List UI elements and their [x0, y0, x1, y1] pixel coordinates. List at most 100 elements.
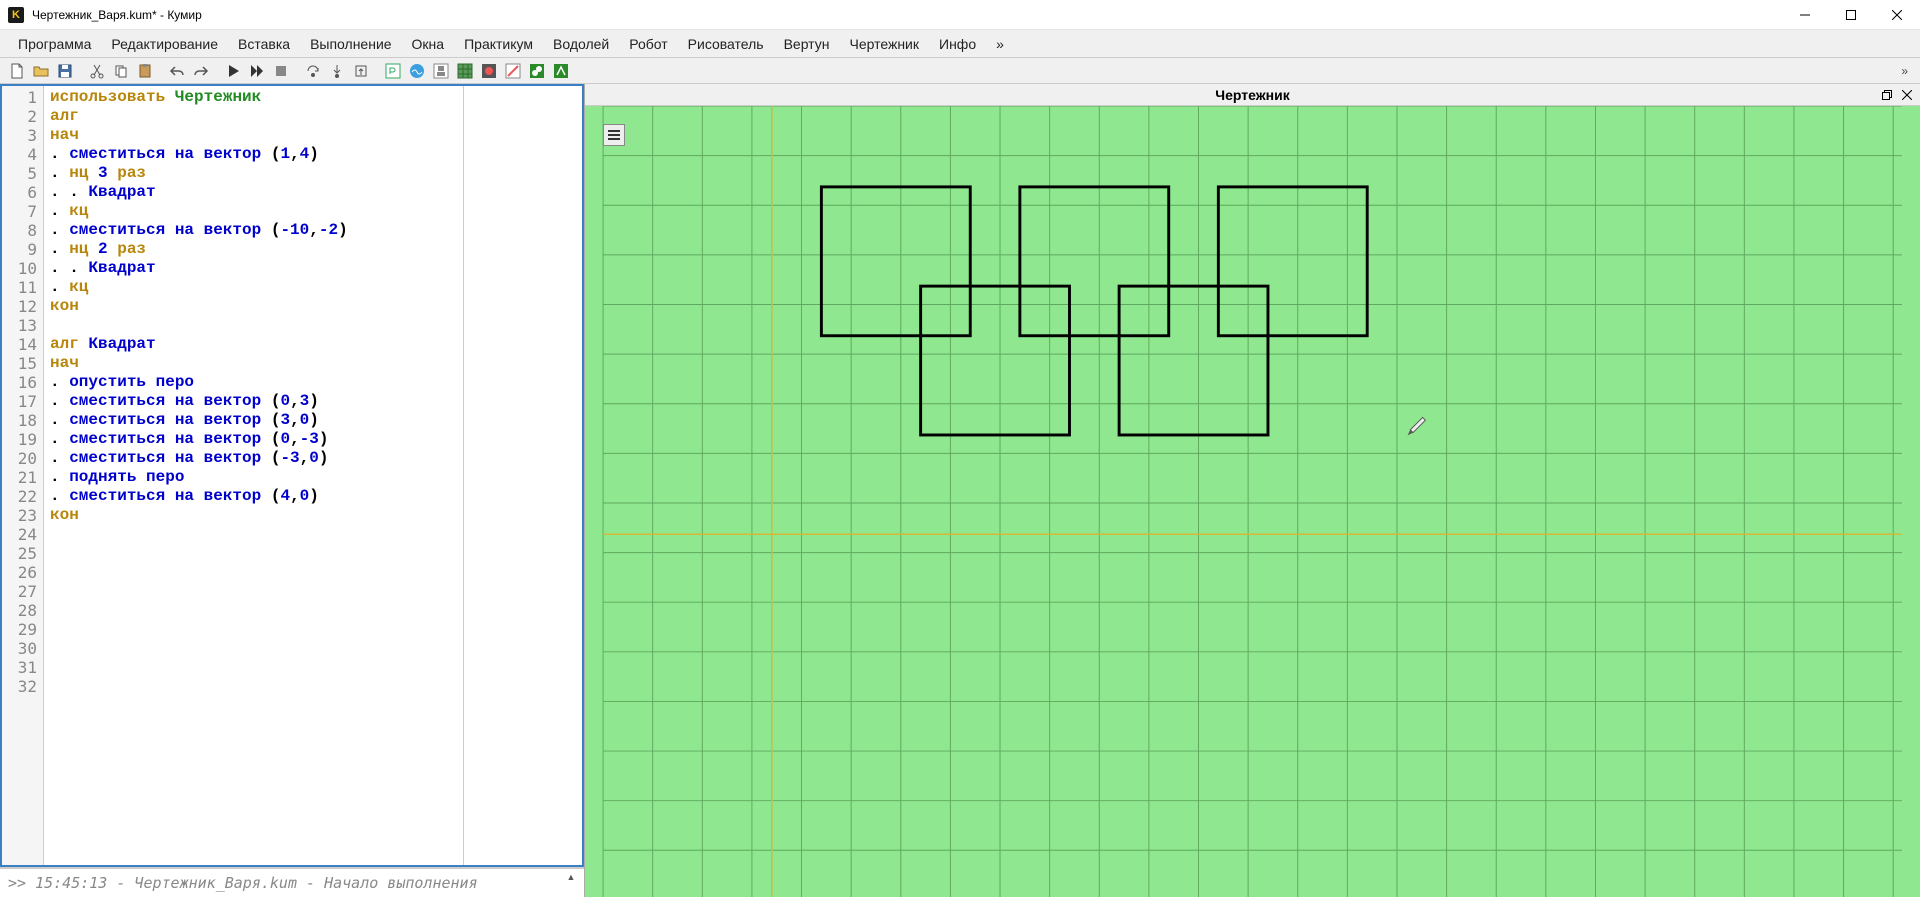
new-file-icon[interactable]	[6, 60, 28, 82]
code-line	[50, 316, 457, 335]
cut-icon[interactable]	[86, 60, 108, 82]
paste-icon[interactable]	[134, 60, 156, 82]
redo-icon[interactable]	[190, 60, 212, 82]
line-number: 21	[2, 468, 43, 487]
stop-icon[interactable]	[270, 60, 292, 82]
menu-item-2[interactable]: Вставка	[228, 32, 300, 56]
line-number: 15	[2, 354, 43, 373]
canvas-menu-icon[interactable]	[603, 124, 625, 146]
line-number: 11	[2, 278, 43, 297]
pen-icon	[1406, 417, 1425, 436]
code-line: . сместиться на вектор (0,3)	[50, 392, 457, 411]
line-number: 27	[2, 582, 43, 601]
line-number: 23	[2, 506, 43, 525]
code-line: . нц 2 раз	[50, 240, 457, 259]
code-line: . сместиться на вектор (-10,-2)	[50, 221, 457, 240]
panel-close-icon[interactable]	[1898, 87, 1916, 103]
app-icon: K	[8, 7, 24, 23]
undo-icon[interactable]	[166, 60, 188, 82]
line-number: 16	[2, 373, 43, 392]
line-number: 19	[2, 430, 43, 449]
actor-5-icon[interactable]	[478, 60, 500, 82]
actor-8-icon[interactable]	[550, 60, 572, 82]
code-line: использовать Чертежник	[50, 88, 457, 107]
menu-item-12[interactable]: »	[986, 32, 1014, 56]
menu-item-6[interactable]: Водолей	[543, 32, 619, 56]
code-line: . сместиться на вектор (-3,0)	[50, 449, 457, 468]
line-number: 7	[2, 202, 43, 221]
step-into-icon[interactable]	[326, 60, 348, 82]
line-number: 32	[2, 677, 43, 696]
console-output: >> 15:45:13 - Чертежник_Варя.kum - Начал…	[8, 874, 478, 892]
line-number: 22	[2, 487, 43, 506]
line-number: 30	[2, 639, 43, 658]
menu-item-10[interactable]: Чертежник	[839, 32, 929, 56]
close-button[interactable]	[1874, 0, 1920, 30]
step-out-icon[interactable]	[350, 60, 372, 82]
console-panel: >> 15:45:13 - Чертежник_Варя.kum - Начал…	[0, 867, 584, 897]
panel-restore-icon[interactable]	[1878, 87, 1896, 103]
line-number: 10	[2, 259, 43, 278]
console-scroll-up-icon[interactable]: ▲	[562, 871, 580, 883]
drawing-grid	[585, 106, 1920, 897]
line-number: 3	[2, 126, 43, 145]
editor[interactable]: 1234567891011121314151617181920212223242…	[0, 84, 584, 867]
titlebar: K Чертежник_Варя.kum* - Кумир	[0, 0, 1920, 30]
code-line	[50, 601, 457, 620]
line-number: 18	[2, 411, 43, 430]
actor-7-icon[interactable]	[526, 60, 548, 82]
run-icon[interactable]	[222, 60, 244, 82]
line-number: 4	[2, 145, 43, 164]
menu-item-9[interactable]: Вертун	[774, 32, 840, 56]
code-line	[50, 544, 457, 563]
menu-item-7[interactable]: Робот	[619, 32, 677, 56]
drawing-panel-header: Чертежник	[585, 84, 1920, 106]
code-line	[50, 582, 457, 601]
code-line	[50, 620, 457, 639]
line-number: 12	[2, 297, 43, 316]
line-number: 20	[2, 449, 43, 468]
window-title: Чертежник_Варя.kum* - Кумир	[32, 8, 202, 22]
titlebar-left: K Чертежник_Варя.kum* - Кумир	[8, 7, 202, 23]
menu-item-3[interactable]: Выполнение	[300, 32, 401, 56]
code-line: . кц	[50, 202, 457, 221]
run-fast-icon[interactable]	[246, 60, 268, 82]
main-area: 1234567891011121314151617181920212223242…	[0, 84, 1920, 897]
drawn-square	[1218, 187, 1367, 336]
code-line	[50, 677, 457, 696]
code-line: . нц 3 раз	[50, 164, 457, 183]
actor-3-icon[interactable]	[430, 60, 452, 82]
code-line: . сместиться на вектор (0,-3)	[50, 430, 457, 449]
code-line: . опустить перо	[50, 373, 457, 392]
minimize-button[interactable]	[1782, 0, 1828, 30]
code-margin	[464, 86, 582, 865]
menu-item-8[interactable]: Рисователь	[678, 32, 774, 56]
actor-2-icon[interactable]	[406, 60, 428, 82]
menu-item-4[interactable]: Окна	[402, 32, 455, 56]
step-over-icon[interactable]	[302, 60, 324, 82]
menu-item-11[interactable]: Инфо	[929, 32, 986, 56]
open-file-icon[interactable]	[30, 60, 52, 82]
actor-4-icon[interactable]	[454, 60, 476, 82]
line-number: 31	[2, 658, 43, 677]
menu-item-5[interactable]: Практикум	[454, 32, 543, 56]
code-line: . поднять перо	[50, 468, 457, 487]
actor-1-icon[interactable]	[382, 60, 404, 82]
toolbar-overflow-icon[interactable]: »	[1895, 64, 1914, 78]
line-number: 13	[2, 316, 43, 335]
code-line: алг Квадрат	[50, 335, 457, 354]
line-number: 5	[2, 164, 43, 183]
menu-item-1[interactable]: Редактирование	[101, 32, 228, 56]
save-file-icon[interactable]	[54, 60, 76, 82]
copy-icon[interactable]	[110, 60, 132, 82]
line-number: 6	[2, 183, 43, 202]
menu-item-0[interactable]: Программа	[8, 32, 101, 56]
code-line	[50, 658, 457, 677]
drawn-square	[821, 187, 970, 336]
actor-6-icon[interactable]	[502, 60, 524, 82]
editor-panel: 1234567891011121314151617181920212223242…	[0, 84, 585, 897]
maximize-button[interactable]	[1828, 0, 1874, 30]
code-area[interactable]: использовать Чертежникалгнач. сместиться…	[44, 86, 464, 865]
code-line: . кц	[50, 278, 457, 297]
drawing-canvas[interactable]	[585, 106, 1920, 897]
